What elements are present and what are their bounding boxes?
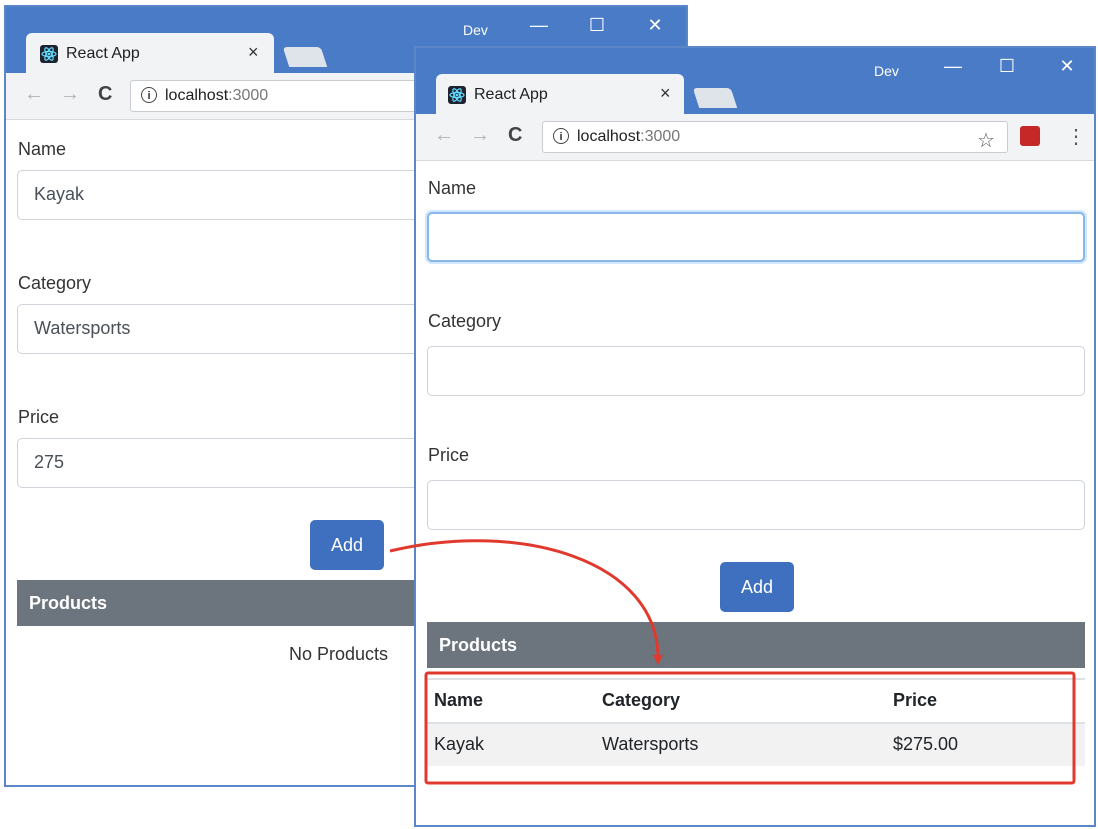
menu-icon[interactable]: ⋮ xyxy=(1066,124,1086,149)
browser-window-front: React App × Dev — ☐ ✕ ← → C i localhost:… xyxy=(414,46,1096,827)
browser-tab[interactable]: React App × xyxy=(26,33,274,73)
maximize-icon[interactable]: ☐ xyxy=(582,15,612,36)
maximize-icon[interactable]: ☐ xyxy=(992,56,1022,77)
minimize-icon[interactable]: — xyxy=(938,56,968,77)
price-input[interactable] xyxy=(427,480,1085,530)
name-label: Name xyxy=(18,139,67,159)
category-input[interactable] xyxy=(427,346,1085,396)
url-text: localhost:3000 xyxy=(165,87,269,104)
back-arrow-icon[interactable]: ← xyxy=(24,83,44,106)
forward-arrow-icon[interactable]: → xyxy=(60,83,80,106)
name-label: Name xyxy=(428,178,477,198)
profile-label: Dev xyxy=(874,63,899,79)
column-header-category: Category xyxy=(602,690,681,710)
browser-tab[interactable]: React App × xyxy=(436,74,684,114)
category-label: Category xyxy=(18,273,92,293)
tab-close-icon[interactable]: × xyxy=(660,83,671,104)
cell-price: $275.00 xyxy=(893,734,959,754)
page-content: Name Category Price Add Products Name Ca… xyxy=(416,160,1094,825)
category-label: Category xyxy=(428,311,502,331)
column-header-name: Name xyxy=(434,690,484,710)
react-logo-icon xyxy=(448,86,466,104)
back-arrow-icon[interactable]: ← xyxy=(434,124,454,147)
tab-title: React App xyxy=(474,86,548,103)
add-button[interactable]: Add xyxy=(720,562,794,612)
price-label: Price xyxy=(18,407,60,427)
minimize-icon[interactable]: — xyxy=(524,15,554,36)
title-bar: React App × Dev — ☐ ✕ xyxy=(416,48,1094,114)
tab-close-icon[interactable]: × xyxy=(248,42,259,63)
info-icon[interactable]: i xyxy=(553,128,569,144)
toolbar: ← → C i localhost:3000 ☆ ⋮ xyxy=(416,114,1094,161)
bookmark-star-icon[interactable]: ☆ xyxy=(977,128,995,153)
reload-icon[interactable]: C xyxy=(508,124,522,147)
info-icon[interactable]: i xyxy=(141,87,157,103)
column-header-price: Price xyxy=(893,690,938,710)
profile-label: Dev xyxy=(463,22,488,38)
price-label: Price xyxy=(428,445,470,465)
table-row: Kayak Watersports $275.00 xyxy=(427,724,1085,766)
url-text: localhost:3000 xyxy=(577,128,681,145)
table-top-border xyxy=(427,678,1085,680)
products-header: Products xyxy=(427,622,1085,668)
extension-icon[interactable] xyxy=(1020,126,1040,146)
react-logo-icon xyxy=(40,45,58,63)
cell-category: Watersports xyxy=(602,734,699,754)
name-input[interactable] xyxy=(427,212,1085,262)
forward-arrow-icon[interactable]: → xyxy=(470,124,490,147)
new-tab-button[interactable] xyxy=(282,47,328,67)
empty-products-message: No Products xyxy=(289,644,389,664)
new-tab-button[interactable] xyxy=(692,88,738,108)
add-button[interactable]: Add xyxy=(310,520,384,570)
close-icon[interactable]: ✕ xyxy=(1052,56,1082,77)
tab-title: React App xyxy=(66,45,140,62)
address-bar[interactable]: i localhost:3000 ☆ xyxy=(542,121,1008,153)
reload-icon[interactable]: C xyxy=(98,83,112,106)
cell-name: Kayak xyxy=(434,734,485,754)
close-icon[interactable]: ✕ xyxy=(640,15,670,36)
